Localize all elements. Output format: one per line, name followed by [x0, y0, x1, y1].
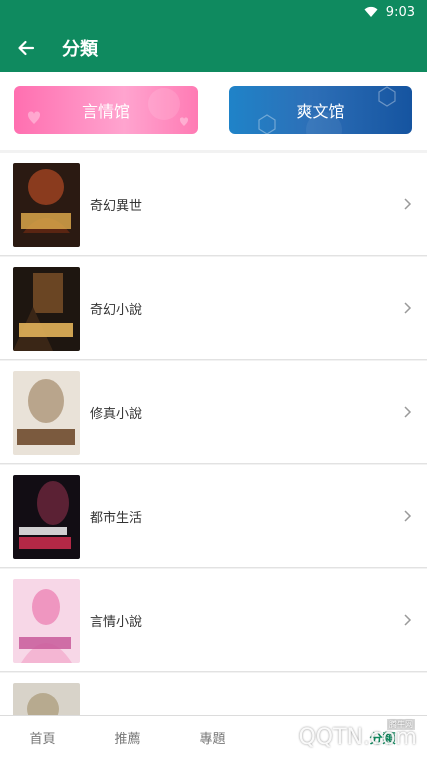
book-cover: [13, 475, 80, 559]
hall-row: 言情馆 爽文馆: [0, 72, 427, 150]
category-label: 都市生活: [90, 511, 143, 526]
category-row[interactable]: 奇幻異世: [0, 153, 427, 256]
love-hall-label: 言情馆: [81, 102, 130, 121]
page-title: 分類: [62, 39, 98, 60]
divider: [0, 255, 427, 256]
book-cover: [13, 683, 80, 715]
cool-hall-label: 爽文馆: [296, 102, 345, 121]
nav-recommend[interactable]: 推薦: [85, 728, 170, 747]
divider: [0, 671, 427, 672]
category-label: 奇幻小說: [90, 303, 143, 318]
love-hall-button[interactable]: 言情馆: [14, 86, 198, 134]
app-bar: 分類: [0, 24, 427, 72]
category-list: 奇幻異世 奇幻小說 修真小說 都市生活 言情小說: [0, 150, 427, 715]
status-bar: 9:03: [0, 0, 427, 24]
category-row[interactable]: 修真小說: [0, 361, 427, 464]
book-cover: [13, 267, 80, 351]
book-cover: [13, 163, 80, 247]
divider: [0, 463, 427, 464]
bottom-nav: 首頁 推薦 專題 分類: [0, 715, 427, 759]
divider: [0, 359, 427, 360]
book-cover: [13, 371, 80, 455]
chevron-right-icon: [404, 302, 412, 314]
category-row[interactable]: [0, 673, 427, 715]
book-cover: [13, 579, 80, 663]
category-label: 言情小說: [90, 615, 143, 630]
wifi-icon: [364, 6, 378, 17]
nav-home[interactable]: 首頁: [0, 728, 85, 747]
category-row[interactable]: 言情小說: [0, 569, 427, 672]
chevron-right-icon: [404, 510, 412, 522]
chevron-right-icon: [404, 406, 412, 418]
category-row[interactable]: 奇幻小說: [0, 257, 427, 360]
category-label: 奇幻異世: [90, 199, 143, 214]
arrow-left-icon: [18, 40, 35, 56]
chevron-right-icon: [404, 198, 412, 210]
divider: [0, 567, 427, 568]
nav-categories[interactable]: 分類: [340, 728, 425, 747]
category-row[interactable]: 都市生活: [0, 465, 427, 568]
cool-hall-button[interactable]: 爽文馆: [229, 86, 412, 134]
nav-topics[interactable]: 專題: [170, 728, 255, 747]
chevron-right-icon: [404, 614, 412, 626]
category-label: 修真小說: [90, 407, 143, 422]
status-time: 9:03: [385, 4, 415, 20]
back-button[interactable]: [0, 24, 52, 72]
